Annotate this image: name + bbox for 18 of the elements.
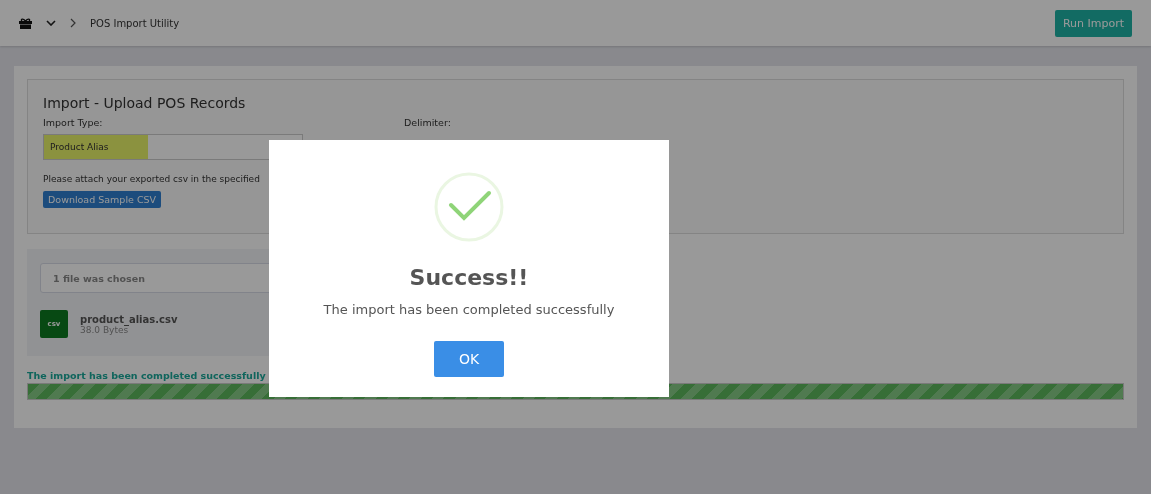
hint-text: Please attach your exported csv in the specified xyxy=(43,174,261,184)
checkmark-icon xyxy=(434,172,504,242)
breadcrumb[interactable]: POS Import Utility xyxy=(90,17,180,29)
ok-button[interactable]: OK xyxy=(434,341,504,377)
status-message: The import has been completed successfully xyxy=(27,370,267,381)
field-label: Delimiter: xyxy=(404,117,451,128)
chevron-right-icon xyxy=(70,18,76,28)
import-type-select[interactable]: Product Alias xyxy=(43,134,303,160)
run-import-button[interactable]: Run Import xyxy=(1054,9,1132,37)
dialog-message: The import has been completed successfully xyxy=(323,302,615,317)
chevron-down-icon[interactable] xyxy=(46,20,56,26)
section-title: Import - Upload POS Records xyxy=(43,95,247,111)
field-label: Import Type: xyxy=(43,117,104,128)
download-sample-button[interactable]: Download Sample CSV xyxy=(43,191,162,208)
dialog-title: Success!! xyxy=(409,265,529,290)
file-size: 38.0 Bytes xyxy=(80,324,129,335)
file-name: product_alias.csv xyxy=(80,313,178,325)
gift-icon[interactable] xyxy=(19,17,32,29)
